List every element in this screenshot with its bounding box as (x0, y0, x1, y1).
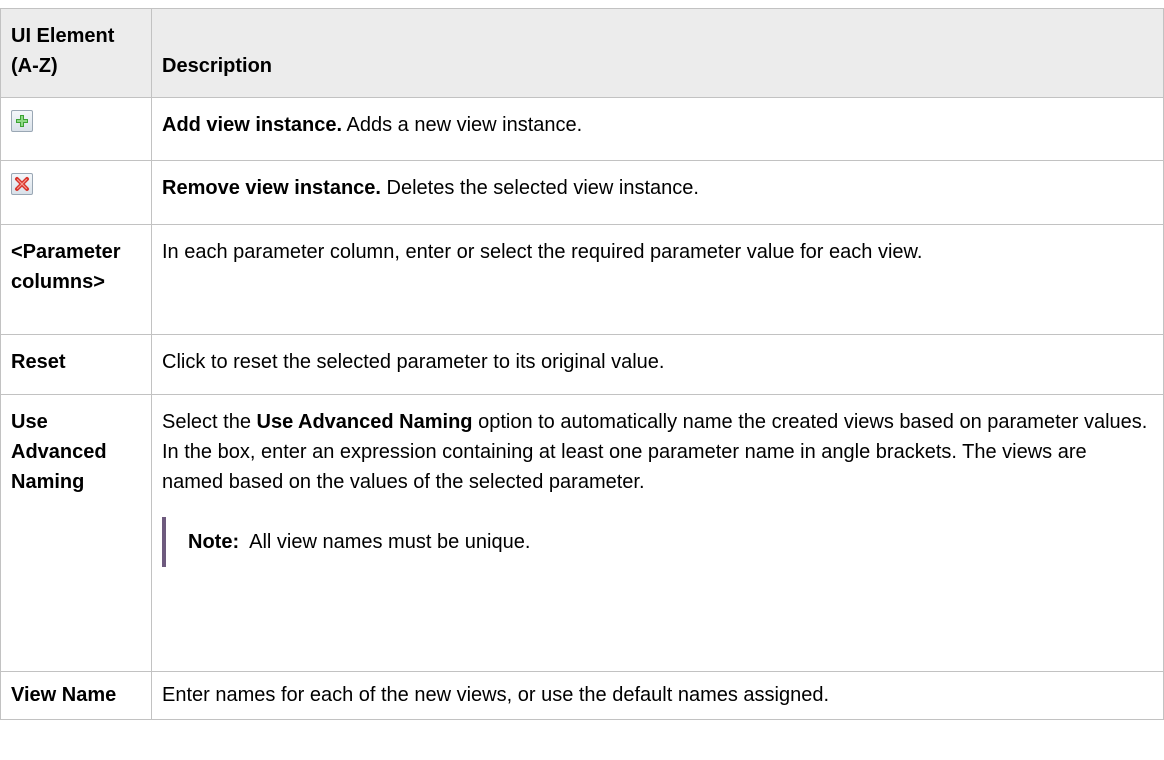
table-header-row: UI Element (A-Z) Description (0, 8, 1164, 98)
description-text: Click to reset the selected parameter to… (162, 351, 665, 373)
description-cell: Select the Use Advanced Naming option to… (151, 394, 1164, 672)
table-row: Use Advanced Naming Select the Use Advan… (0, 394, 1164, 672)
description-cell: Click to reset the selected parameter to… (151, 334, 1164, 395)
element-name: <Parameter columns> (11, 241, 121, 293)
description-text: Deletes the selected view instance. (380, 177, 699, 199)
remove-icon (11, 173, 33, 195)
table-row: Add view instance. Adds a new view insta… (0, 97, 1164, 161)
table-row: Remove view instance. Deletes the select… (0, 160, 1164, 225)
element-name: Reset (11, 351, 66, 373)
element-cell (0, 97, 152, 161)
header-description: Description (151, 8, 1164, 98)
header-ui-element: UI Element (A-Z) (0, 8, 152, 98)
description-cell: In each parameter column, enter or selec… (151, 224, 1164, 335)
description-text: Adds a new view instance. (342, 114, 583, 136)
description-cell: Add view instance. Adds a new view insta… (151, 97, 1164, 161)
description-bold: Use Advanced Naming (256, 411, 473, 433)
description-cell: Enter names for each of the new views, o… (151, 671, 1164, 720)
element-name: Use Advanced Naming (11, 411, 107, 493)
description-lead: Add view instance. (162, 114, 343, 136)
add-icon (11, 110, 33, 132)
note-label: Note: (188, 531, 240, 553)
description-cell: Remove view instance. Deletes the select… (151, 160, 1164, 225)
element-cell: View Name (0, 671, 152, 720)
element-name: View Name (11, 684, 117, 706)
element-cell: Use Advanced Naming (0, 394, 152, 672)
note-text: All view names must be unique. (239, 531, 531, 553)
description-text: Enter names for each of the new views, o… (162, 684, 830, 706)
description-prefix: Select the (162, 411, 257, 433)
description-text: In each parameter column, enter or selec… (162, 241, 923, 263)
note-callout: Note: All view names must be unique. (162, 517, 1153, 567)
description-lead: Remove view instance. (162, 177, 381, 199)
description-paragraph: Select the Use Advanced Naming option to… (162, 407, 1153, 497)
element-cell: <Parameter columns> (0, 224, 152, 335)
table-row: <Parameter columns> In each parameter co… (0, 224, 1164, 335)
table-row: View Name Enter names for each of the ne… (0, 671, 1164, 720)
ui-elements-table: UI Element (A-Z) Description Add view in… (0, 8, 1164, 720)
element-cell: Reset (0, 334, 152, 395)
table-row: Reset Click to reset the selected parame… (0, 334, 1164, 395)
element-cell (0, 160, 152, 225)
